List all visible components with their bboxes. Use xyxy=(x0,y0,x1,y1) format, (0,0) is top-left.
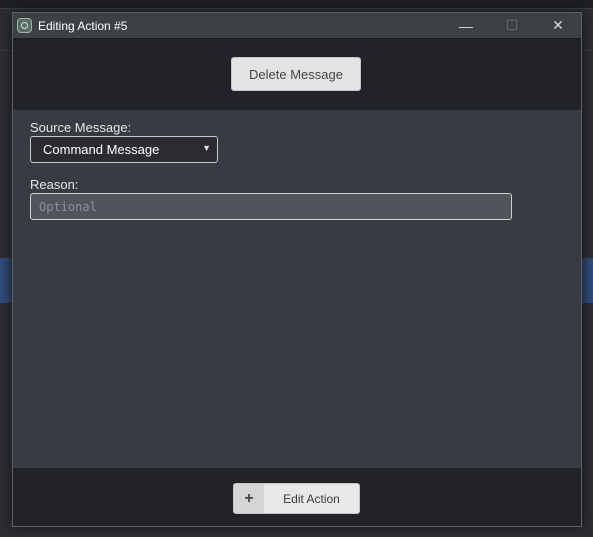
reason-label: Reason: xyxy=(30,177,79,192)
source-message-value: Command Message xyxy=(43,142,160,157)
edit-action-label: Edit Action xyxy=(283,491,340,506)
footer: + Edit Action xyxy=(13,468,581,526)
minimize-button[interactable]: — xyxy=(443,13,489,38)
maximize-icon: ☐ xyxy=(505,17,519,33)
source-message-select[interactable]: Command Message ▼ xyxy=(30,136,218,163)
background-topbar xyxy=(0,0,593,9)
source-message-label: Source Message: xyxy=(30,120,132,135)
close-icon: ✕ xyxy=(552,17,564,33)
edit-action-dialog: Editing Action #5 — ☐ ✕ Delete Message S… xyxy=(12,12,582,527)
edit-action-button[interactable]: + Edit Action xyxy=(233,483,360,514)
action-settings-panel: Source Message: Command Message ▼ Reason… xyxy=(13,110,581,468)
delete-message-button[interactable]: Delete Message xyxy=(231,57,361,91)
plus-icon: + xyxy=(234,484,264,513)
chevron-down-icon: ▼ xyxy=(202,143,211,153)
app-icon xyxy=(17,18,32,33)
window-title: Editing Action #5 xyxy=(38,18,128,33)
reason-input[interactable] xyxy=(30,193,512,220)
window-controls: — ☐ ✕ xyxy=(443,13,581,38)
maximize-button[interactable]: ☐ xyxy=(489,13,535,38)
minimize-icon: — xyxy=(459,17,473,34)
close-button[interactable]: ✕ xyxy=(535,13,581,38)
title-bar[interactable]: Editing Action #5 — ☐ ✕ xyxy=(13,13,581,39)
action-type-section: Delete Message xyxy=(13,39,581,110)
